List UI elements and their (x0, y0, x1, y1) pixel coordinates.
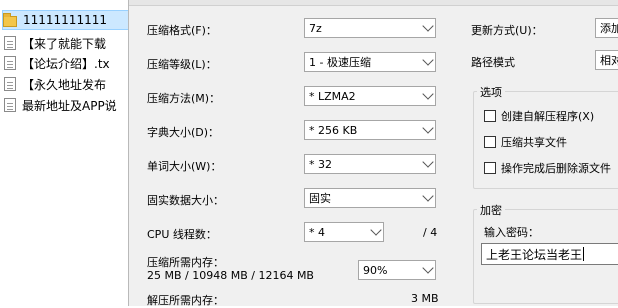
chevron-down-icon (421, 87, 435, 105)
chevron-down-icon (421, 155, 435, 173)
method-label: 压缩方法(M)： (147, 92, 221, 105)
file-name: 11111111111 (23, 13, 107, 27)
level-label: 压缩等级(L)： (147, 58, 217, 71)
word-select[interactable]: * 32 (304, 154, 436, 174)
mem-usage-value: 90% (363, 263, 388, 277)
method-select[interactable]: * LZMA2 (304, 86, 436, 106)
dict-select[interactable]: * 256 KB (304, 120, 436, 140)
solid-label: 固实数据大小： (147, 194, 224, 207)
format-value: 7z (309, 21, 322, 35)
document-icon (4, 56, 16, 70)
mem-compress-detail: 25 MB / 10948 MB / 12164 MB (147, 269, 314, 282)
update-label: 更新方式(U)： (471, 24, 543, 37)
sfx-checkbox-label: 创建自解压程序(X) (501, 110, 595, 123)
file-name: 【论坛介绍】.tx (22, 56, 110, 71)
shared-files-checkbox-label: 压缩共享文件 (501, 136, 567, 149)
document-icon (4, 77, 16, 91)
threads-max: / 4 (423, 226, 438, 239)
file-item[interactable]: 11111111111 (2, 10, 136, 30)
threads-select[interactable]: * 4 (304, 222, 384, 242)
level-select[interactable]: 1 - 极速压缩 (304, 52, 436, 72)
path-label: 路径模式 (471, 56, 515, 69)
update-value: 添加 (600, 22, 618, 35)
chevron-down-icon (421, 189, 435, 207)
mem-decompress-value: 3 MB (411, 292, 439, 305)
solid-value: 固实 (309, 192, 331, 205)
dict-value: * 256 KB (309, 123, 358, 137)
checkbox-box[interactable] (484, 162, 496, 174)
file-item[interactable]: 【论坛介绍】.tx (4, 53, 132, 73)
format-label: 压缩格式(F)： (147, 24, 217, 37)
threads-value: * 4 (309, 225, 325, 239)
checkbox-box[interactable] (484, 136, 496, 148)
password-value: 上老王论坛当老王 (486, 247, 583, 262)
file-item[interactable]: 【永久地址发布 (4, 74, 132, 94)
file-name: 【永久地址发布 (22, 77, 107, 92)
password-label: 输入密码： (484, 226, 539, 239)
options-title: 选项 (477, 84, 505, 100)
file-name: 【来了就能下载 (22, 36, 107, 51)
folder-icon (3, 12, 17, 27)
word-label: 单词大小(W)： (147, 160, 222, 173)
document-icon (4, 98, 16, 112)
dialog-top-edge (129, 0, 618, 6)
update-select[interactable]: 添加 (595, 18, 618, 38)
mem-compress-label: 压缩所需内存： (147, 256, 224, 269)
method-value: * LZMA2 (309, 89, 356, 103)
format-select[interactable]: 7z (304, 18, 436, 38)
sfx-checkbox[interactable]: 创建自解压程序(X) (484, 108, 594, 124)
chevron-down-icon (421, 261, 435, 279)
threads-label: CPU 线程数： (147, 228, 217, 241)
word-value: * 32 (309, 157, 332, 171)
file-list: 11111111111 【来了就能下载 【论坛介绍】.tx 【永久地址发布 最新… (0, 0, 136, 306)
file-item[interactable]: 最新地址及APP说 (4, 95, 132, 115)
file-item[interactable]: 【来了就能下载 (4, 33, 132, 53)
level-value: 1 - 极速压缩 (309, 56, 371, 69)
chevron-down-icon (421, 53, 435, 71)
shared-files-checkbox[interactable]: 压缩共享文件 (484, 134, 567, 150)
solid-select[interactable]: 固实 (304, 188, 436, 208)
password-input[interactable]: 上老王论坛当老王 (481, 243, 618, 265)
encryption-title: 加密 (477, 202, 505, 218)
document-icon (4, 36, 16, 50)
path-select[interactable]: 相对 (595, 50, 618, 70)
chevron-down-icon (369, 223, 383, 241)
dict-label: 字典大小(D)： (147, 126, 220, 139)
chevron-down-icon (421, 19, 435, 37)
file-name: 最新地址及APP说 (22, 98, 117, 113)
checkbox-box[interactable] (484, 110, 496, 122)
add-to-archive-dialog: 压缩格式(F)： 压缩等级(L)： 压缩方法(M)： 字典大小(D)： 单词大小… (128, 0, 618, 307)
path-value: 相对 (600, 54, 618, 67)
text-cursor (583, 247, 585, 261)
chevron-down-icon (421, 121, 435, 139)
mem-usage-select[interactable]: 90% (358, 260, 436, 280)
delete-source-checkbox-label: 操作完成后删除源文件 (501, 162, 611, 175)
delete-source-checkbox[interactable]: 操作完成后删除源文件 (484, 160, 611, 176)
